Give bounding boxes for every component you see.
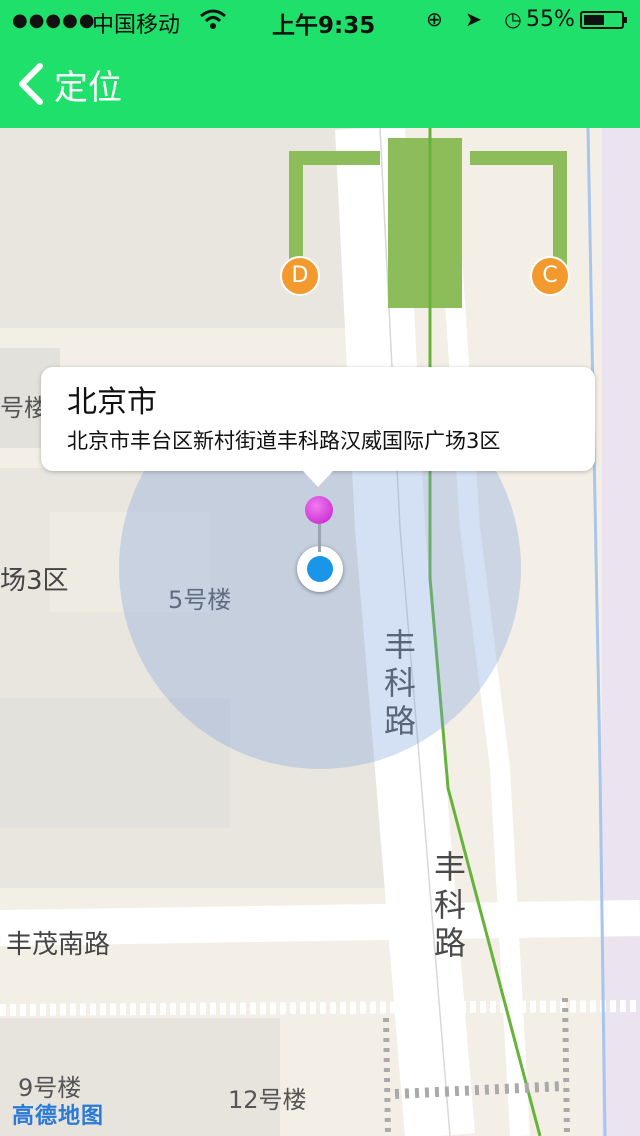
battery-icon: [580, 11, 627, 29]
callout-title: 北京市: [67, 385, 157, 420]
chevron-left-icon: [19, 63, 43, 105]
current-location-icon: [297, 546, 343, 592]
status-bar: ●●●●● 中国移动 上午9:35 ⊕ ➤ ◷ 55%: [0, 0, 640, 40]
battery-percentage: 55%: [526, 7, 575, 32]
map-pin-icon[interactable]: [305, 496, 333, 524]
location-callout[interactable]: 北京市 北京市丰台区新村街道丰科路汉威国际广场3区: [41, 367, 595, 487]
map-label-building-12: 12号楼: [228, 1086, 307, 1114]
amap-logo: 高德地图: [12, 1104, 105, 1129]
map-label-area: 场3区: [0, 566, 69, 596]
signal-strength-icon: ●●●●●: [12, 10, 96, 31]
navigation-bar: 定位: [0, 40, 640, 128]
callout-address: 北京市丰台区新村街道丰科路汉威国际广场3区: [67, 429, 501, 453]
metro-exit-d-icon[interactable]: D: [280, 256, 320, 296]
road-label-fengmao-south: 丰茂南路: [6, 930, 111, 960]
metro-exit-c-icon[interactable]: C: [530, 256, 570, 296]
map-view[interactable]: 号楼 场3区 5号楼 丰科路 丰科路 丰茂南路 9号楼 12号楼 D C 北京市…: [0, 128, 640, 1136]
road-label-fengke-lower: 丰科路: [433, 848, 466, 962]
status-time: 上午9:35: [272, 13, 376, 39]
status-icons: ⊕ ➤ ◷: [426, 7, 530, 31]
carrier-name: 中国移动: [92, 13, 181, 38]
page-title: 定位: [54, 68, 122, 108]
back-button[interactable]: 定位: [0, 40, 160, 128]
wifi-icon: [198, 4, 228, 40]
